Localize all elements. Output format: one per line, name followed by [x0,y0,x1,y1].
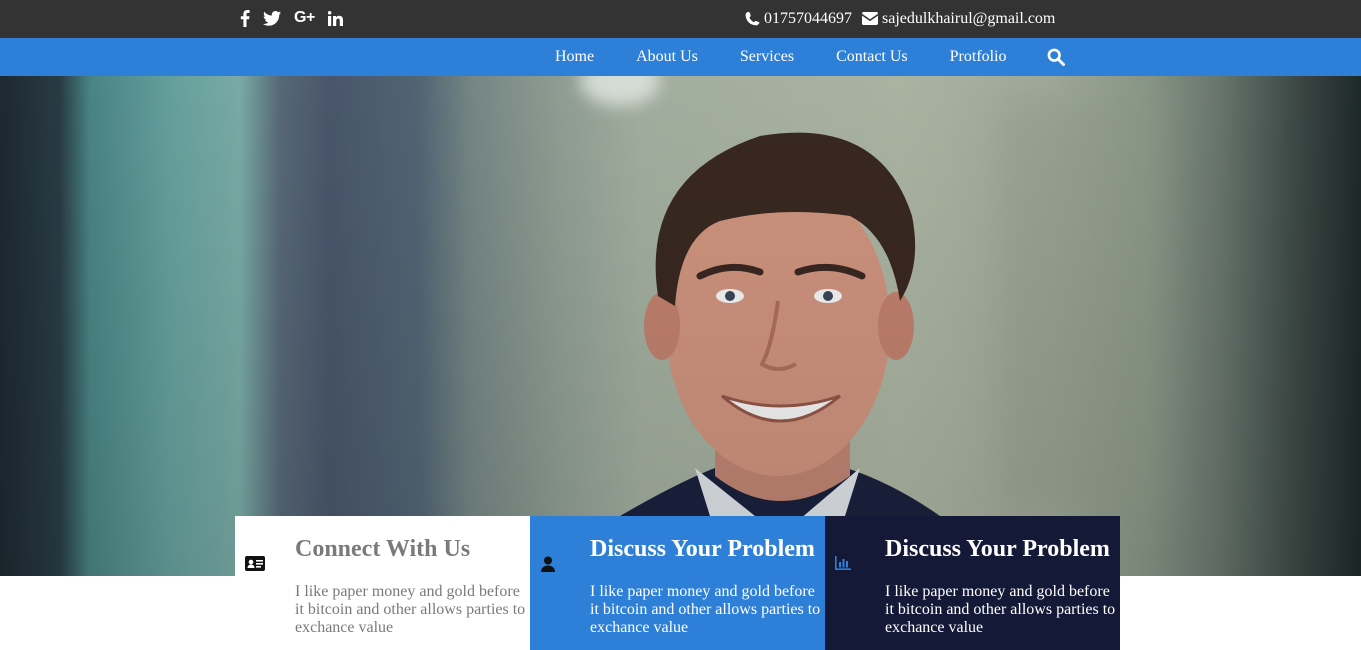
feature-box-connect[interactable]: Connect With Us I like paper money and g… [235,516,530,650]
id-card-icon [245,556,265,572]
contact-info: 01757044697 sajedulkhairul@gmail.com [744,8,1055,29]
bar-chart-icon [835,556,855,572]
feature-boxes: Connect With Us I like paper money and g… [235,516,1120,650]
nav-portfolio[interactable]: Protfolio [935,38,1022,76]
feature-box-discuss-1[interactable]: Discuss Your Problem I like paper money … [530,516,825,650]
twitter-icon[interactable] [263,8,281,28]
feature-text: I like paper money and gold before it bi… [590,583,821,636]
nav-about-us[interactable]: About Us [621,38,713,76]
nav-home[interactable]: Home [540,38,609,76]
top-bar: G+ 01757044697 sajedulkhairul@gmail.com [0,0,1361,38]
feature-text: I like paper money and gold before it bi… [295,583,526,636]
envelope-icon [862,12,878,25]
nav-contact-us[interactable]: Contact Us [821,38,923,76]
feature-title: Connect With Us [295,536,471,562]
search-icon[interactable] [1047,48,1065,66]
feature-box-discuss-2[interactable]: Discuss Your Problem I like paper money … [825,516,1120,650]
user-icon [540,556,560,572]
phone-number[interactable]: 01757044697 [764,10,852,28]
email-address[interactable]: sajedulkhairul@gmail.com [882,10,1055,28]
google-plus-glyph: G+ [294,9,315,26]
nav-services[interactable]: Services [725,38,809,76]
social-links: G+ [240,8,356,28]
main-nav: Home About Us Services Contact Us Protfo… [0,38,1361,76]
google-plus-icon[interactable]: G+ [294,8,315,28]
linkedin-icon[interactable] [327,8,343,28]
feature-text: I like paper money and gold before it bi… [885,583,1116,636]
feature-title: Discuss Your Problem [885,536,1110,562]
feature-title: Discuss Your Problem [590,536,815,562]
phone-icon [744,11,760,27]
nav-links: Home About Us Services Contact Us Protfo… [540,38,1034,76]
hero-banner [0,76,1361,576]
facebook-icon[interactable] [240,8,250,28]
